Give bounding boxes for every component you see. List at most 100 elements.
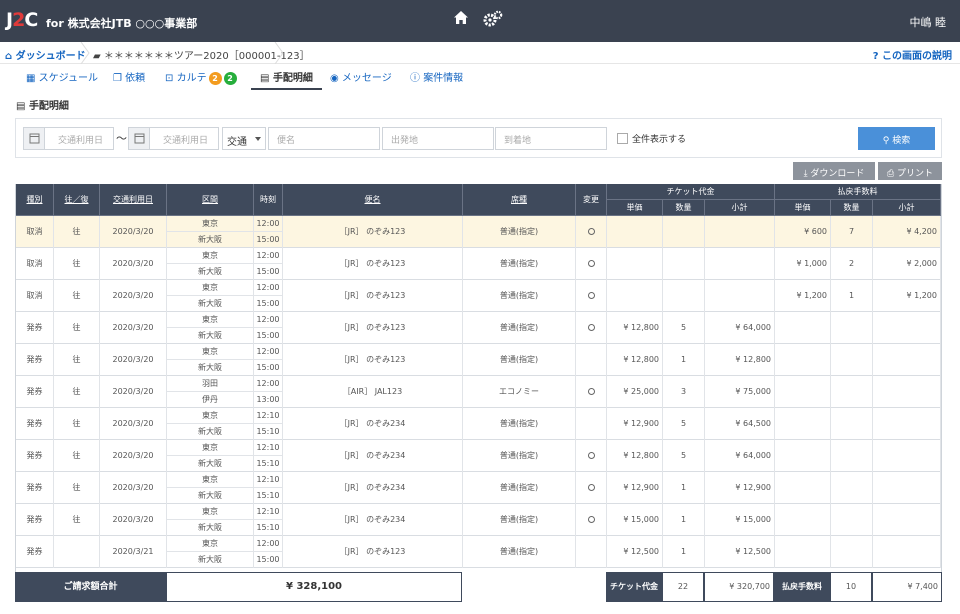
cell-tq: 3 xyxy=(663,376,705,408)
search-button[interactable]: ⚲ 検索 xyxy=(858,127,935,150)
change-circle-icon[interactable] xyxy=(587,484,595,491)
date-to-field[interactable]: 交通利用日 xyxy=(128,127,219,150)
calendar-icon[interactable] xyxy=(129,128,150,149)
cell-section: 東京 新大阪 xyxy=(167,504,254,536)
transport-type-select[interactable]: 交通 xyxy=(222,127,266,150)
cell-time-arrive: 15:00 xyxy=(256,331,280,340)
cell-flight: ［JR］ のぞみ234 xyxy=(283,472,463,504)
cell-time: 12:00 15:00 xyxy=(254,280,283,312)
user-name[interactable]: 中嶋 睦 xyxy=(910,14,947,30)
col-group-refund: 払戻手数料 xyxy=(775,184,941,200)
col-header-section[interactable]: 区間 xyxy=(167,184,254,216)
cell-flight: ［JR］ のぞみ234 xyxy=(283,408,463,440)
cell-type: 発券 xyxy=(16,536,54,568)
change-circle-icon[interactable] xyxy=(587,260,595,267)
cell-from: 東京 xyxy=(167,536,253,552)
cell-change xyxy=(576,536,607,568)
table-row[interactable]: 取消往 2020/3/20 東京 新大阪 12:00 15:00 ［JR］ のぞみ123 普通… xyxy=(16,248,941,280)
download-icon: ⤓ xyxy=(803,169,808,179)
cell-rs: ¥ 2,000 xyxy=(873,248,941,280)
col-header-flight[interactable]: 便名 xyxy=(283,184,463,216)
col-header-date[interactable]: 交通利用日 xyxy=(100,184,167,216)
cell-from: 東京 xyxy=(167,440,253,456)
cell-change xyxy=(576,376,607,408)
cell-flight: ［JR］ のぞみ234 xyxy=(283,504,463,536)
departure-input[interactable]: 出発地 xyxy=(382,127,494,150)
table-row[interactable]: 取消往 2020/3/20 東京 新大阪 12:00 15:00 ［JR］ のぞみ123 普通… xyxy=(16,216,941,248)
calendar-icon[interactable] xyxy=(24,128,45,149)
breadcrumb-dashboard[interactable]: ⌂ ダッシュボード xyxy=(5,47,86,62)
change-circle-icon[interactable] xyxy=(587,516,595,523)
cell-ts xyxy=(705,280,775,312)
change-circle-icon[interactable] xyxy=(587,228,595,235)
cell-time-arrive: 15:00 xyxy=(256,235,280,244)
tab-karte[interactable]: ⊡ カルテ 2 2 xyxy=(165,69,237,85)
cell-time-depart: 12:00 xyxy=(254,536,282,552)
cell-dir xyxy=(54,536,100,568)
totals-bar: ご請求額合計 ¥ 328,100 チケット代金 22 ¥ 320,700 払戻手… xyxy=(15,572,942,602)
tab-messages[interactable]: ◉ メッセージ xyxy=(330,69,392,84)
tab-bar: ▦ スケジュール ❐ 依頼 ⊡ カルテ 2 2 ▤ 手配明細 ◉ メッセージ ⓘ 案… xyxy=(0,64,960,90)
table-row[interactable]: 発券往 2020/3/20 東京 新大阪 12:10 15:10 ［JR］ のぞみ234 普通… xyxy=(16,440,941,472)
cell-date: 2020/3/20 xyxy=(100,216,167,248)
cell-time-arrive: 15:00 xyxy=(256,363,280,372)
cell-rq: 2 xyxy=(831,248,873,280)
cell-time-depart: 12:00 xyxy=(254,216,282,232)
cell-time-depart: 12:10 xyxy=(254,408,282,424)
cell-time: 12:10 15:10 xyxy=(254,440,283,472)
cell-change xyxy=(576,472,607,504)
cell-rs xyxy=(873,472,941,504)
col-header-change: 変更 xyxy=(576,184,607,216)
cell-rq xyxy=(831,472,873,504)
karte-badge-green: 2 xyxy=(223,72,237,85)
change-circle-icon[interactable] xyxy=(587,324,595,331)
table-row[interactable]: 取消往 2020/3/20 東京 新大阪 12:00 15:00 ［JR］ のぞみ123 普通… xyxy=(16,280,941,312)
cell-flight: ［JR］ のぞみ123 xyxy=(283,312,463,344)
tab-arrangement-details[interactable]: ▤ 手配明細 xyxy=(251,64,322,90)
change-circle-icon[interactable] xyxy=(587,292,595,299)
home-icon[interactable] xyxy=(453,10,469,27)
table-row[interactable]: 発券往 2020/3/20 羽田 伊丹 12:00 13:00 ［AIR］ JAL123 エコ… xyxy=(16,376,941,408)
show-all-checkbox[interactable] xyxy=(617,133,628,144)
dashboard-icon: ⌂ xyxy=(5,51,13,62)
print-button[interactable]: ⎙ プリント xyxy=(878,162,942,180)
tab-schedule[interactable]: ▦ スケジュール xyxy=(26,69,98,84)
cell-type: 発券 xyxy=(16,344,54,376)
table-row[interactable]: 発券往 2020/3/20 東京 新大阪 12:10 15:10 ［JR］ のぞみ234 普通… xyxy=(16,504,941,536)
cell-time: 12:10 15:10 xyxy=(254,504,283,536)
tab-project-info[interactable]: ⓘ 案件情報 xyxy=(410,69,463,84)
arrival-input[interactable]: 到着地 xyxy=(495,127,607,150)
col-header-seat[interactable]: 席種 xyxy=(463,184,576,216)
cell-tu: ¥ 25,000 xyxy=(607,376,663,408)
date-from-field[interactable]: 交通利用日 xyxy=(23,127,114,150)
cell-to: 新大阪 xyxy=(198,363,222,372)
cell-time-depart: 12:10 xyxy=(254,472,282,488)
cell-ru: ¥ 1,000 xyxy=(775,248,831,280)
change-circle-icon[interactable] xyxy=(587,388,595,395)
cell-time-arrive: 15:00 xyxy=(256,299,280,308)
app-logo[interactable]: J2C xyxy=(6,9,38,31)
cell-section: 東京 新大阪 xyxy=(167,280,254,312)
cell-tq: 5 xyxy=(663,440,705,472)
change-circle-icon[interactable] xyxy=(587,452,595,459)
help-link[interactable]: ? この画面の説明 xyxy=(873,47,952,62)
cell-dir: 往 xyxy=(54,504,100,536)
tab-request[interactable]: ❐ 依頼 xyxy=(113,69,145,84)
table-row[interactable]: 発券往 2020/3/20 東京 新大阪 12:10 15:10 ［JR］ のぞみ234 普通… xyxy=(16,408,941,440)
download-button[interactable]: ⤓ ダウンロード xyxy=(793,162,875,180)
cell-section: 東京 新大阪 xyxy=(167,440,254,472)
cell-date: 2020/3/20 xyxy=(100,472,167,504)
cell-to: 新大阪 xyxy=(198,523,222,532)
table-row[interactable]: 発券 2020/3/21 東京 新大阪 12:00 15:00 ［JR］ のぞみ123 普通(… xyxy=(16,536,941,568)
gears-icon[interactable] xyxy=(483,10,503,27)
table-row[interactable]: 発券往 2020/3/20 東京 新大阪 12:00 15:00 ［JR］ のぞみ123 普通… xyxy=(16,344,941,376)
train-name-input[interactable]: 便名 xyxy=(268,127,380,150)
col-header-direction[interactable]: 往／復 xyxy=(54,184,100,216)
table-row[interactable]: 発券往 2020/3/20 東京 新大阪 12:10 15:10 ［JR］ のぞみ234 普通… xyxy=(16,472,941,504)
filter-panel: 交通利用日 〜 交通利用日 交通 便名 出発地 到着地 全件表示する ⚲ 検索 xyxy=(15,118,942,158)
table-row[interactable]: 発券往 2020/3/20 東京 新大阪 12:00 15:00 ［JR］ のぞみ123 普通… xyxy=(16,312,941,344)
cell-time-arrive: 15:00 xyxy=(256,555,280,564)
cell-tq: 1 xyxy=(663,504,705,536)
cell-from: 東京 xyxy=(167,344,253,360)
col-header-type[interactable]: 種別 xyxy=(16,184,54,216)
